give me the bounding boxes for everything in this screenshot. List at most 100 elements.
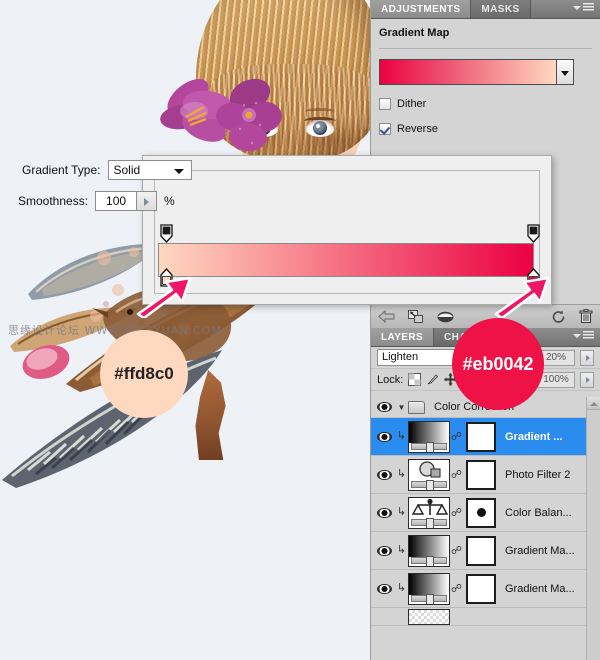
smoothness-stepper[interactable] [137, 191, 158, 211]
adjustments-tabbar: ADJUSTMENTS MASKS [371, 0, 600, 19]
layer-mask-thumbnail[interactable] [466, 421, 496, 452]
back-arrow-icon[interactable] [378, 310, 395, 323]
gradient-opacity-stop-right[interactable] [527, 224, 540, 243]
layer-row[interactable]: ↳ ☍ Gradient Ma... [371, 532, 600, 570]
layer-name: Gradient Ma... [505, 544, 575, 557]
smoothness-row: Smoothness: 100 % [18, 191, 175, 211]
reset-icon[interactable] [552, 310, 566, 324]
scroll-up-arrow-icon[interactable] [587, 397, 600, 410]
clipping-mask-icon: ↳ [396, 582, 407, 594]
photoshop-screenshot: 思缘设计论坛 WWW.MISSYUAN.COM #ffd8c0 #eb0042 … [0, 0, 600, 660]
layers-panel-menu-button[interactable] [573, 331, 594, 340]
gradient-picker-button[interactable] [556, 60, 573, 84]
gradient-map-swatch[interactable] [380, 60, 556, 84]
layer-mask-thumbnail[interactable] [466, 459, 496, 490]
dither-label: Dither [397, 98, 427, 110]
eye-icon [376, 469, 392, 480]
layer-mask-thumbnail[interactable] [466, 573, 496, 604]
hamburger-icon [583, 331, 594, 340]
artwork-canvas[interactable]: 思缘设计论坛 WWW.MISSYUAN.COM [0, 0, 370, 660]
lock-label: Lock: [377, 373, 404, 386]
dither-row[interactable]: Dither [379, 98, 592, 110]
layer-visibility-toggle[interactable] [373, 402, 395, 412]
illustration-flowers [160, 55, 290, 170]
layer-visibility-toggle[interactable] [373, 545, 395, 556]
folder-icon [408, 400, 425, 414]
gradient-ramp[interactable] [158, 243, 534, 277]
layer-mask-thumbnail[interactable] [466, 497, 496, 528]
layer-name: Gradient ... [505, 430, 563, 443]
layers-scrollbar[interactable] [586, 397, 600, 660]
link-mask-icon[interactable]: ☍ [450, 582, 463, 595]
smoothness-label: Smoothness: [18, 194, 89, 208]
pointer-arrow-left-stop [136, 276, 192, 318]
hamburger-icon [583, 3, 594, 12]
gradient-map-preview-control[interactable] [379, 59, 574, 85]
layer-thumbnail[interactable] [408, 572, 450, 605]
color-badge-red: #eb0042 [452, 318, 544, 410]
gradient-map-thumbnail [409, 535, 449, 557]
link-mask-icon[interactable]: ☍ [450, 544, 463, 557]
fill-stepper[interactable] [580, 371, 594, 388]
eye-icon [376, 431, 392, 442]
gradient-map-thumbnail [409, 421, 449, 443]
divider [379, 48, 592, 49]
gradient-editor-dialog[interactable] [142, 155, 552, 305]
gradient-type-select[interactable]: Solid [107, 160, 192, 180]
lock-paint-icon[interactable] [426, 373, 439, 386]
opacity-stepper[interactable] [580, 349, 594, 366]
layer-row[interactable]: ↳ ☍ Gradient ... [371, 418, 600, 456]
illustration-eye-right [304, 117, 336, 137]
clipping-mask-icon: ↳ [396, 430, 407, 442]
gradient-map-thumbnail [409, 573, 449, 595]
layer-thumbnail[interactable] [408, 608, 450, 625]
tab-layers[interactable]: LAYERS [371, 328, 435, 346]
tab-masks[interactable]: MASKS [471, 0, 531, 18]
eye-icon [376, 583, 392, 594]
percent-label: % [164, 194, 175, 208]
layer-thumbnail[interactable] [408, 496, 450, 529]
layer-mask-thumbnail[interactable] [466, 535, 496, 566]
layer-visibility-toggle[interactable] [373, 507, 395, 518]
layer-row[interactable]: ↳ ☍ Photo Filter 2 [371, 456, 600, 494]
clipping-mask-icon: ↳ [396, 506, 407, 518]
link-mask-icon[interactable]: ☍ [450, 506, 463, 519]
layer-thumbnail[interactable] [408, 534, 450, 567]
link-mask-icon[interactable]: ☍ [450, 468, 463, 481]
illustration-eyebrow-right [305, 108, 335, 115]
tab-adjustments[interactable]: ADJUSTMENTS [371, 0, 472, 18]
gradient-opacity-stop-left[interactable] [160, 224, 173, 243]
layer-list[interactable]: ▼ Color Correction ↳ ☍ Gradient ... ↳ ☍ Photo… [371, 397, 600, 660]
layer-name: Gradient Ma... [505, 582, 575, 595]
eye-icon [376, 507, 392, 518]
thumbnail-slider [411, 441, 447, 452]
photo-filter-thumbnail [419, 460, 441, 478]
delete-icon[interactable] [579, 309, 593, 324]
toggle-visibility-icon[interactable] [437, 311, 454, 323]
layer-thumbnail[interactable] [408, 420, 450, 453]
gradient-type-row: Gradient Type: Solid [22, 160, 192, 180]
layer-visibility-toggle[interactable] [373, 583, 395, 594]
clipping-mask-icon: ↳ [396, 468, 407, 480]
thumbnail-slider [411, 479, 447, 490]
reverse-row[interactable]: Reverse [379, 123, 592, 135]
layer-row-partial[interactable] [371, 608, 600, 626]
clip-to-layer-icon[interactable] [408, 309, 424, 324]
watermark-text: 思缘设计论坛 WWW.MISSYUAN.COM [8, 324, 222, 337]
layer-row[interactable]: ↳ ☍ Color Balan... [371, 494, 600, 532]
link-mask-icon[interactable]: ☍ [450, 430, 463, 443]
lock-transparent-icon[interactable] [408, 373, 422, 386]
eye-icon [376, 402, 392, 412]
dither-checkbox[interactable] [379, 98, 391, 110]
layer-row[interactable]: ↳ ☍ Gradient Ma... [371, 570, 600, 608]
layer-visibility-toggle[interactable] [373, 469, 395, 480]
layer-visibility-toggle[interactable] [373, 431, 395, 442]
gradient-ramp-preview[interactable] [158, 243, 534, 277]
thumbnail-slider [411, 555, 447, 566]
layer-thumbnail[interactable] [408, 458, 450, 491]
chevron-down-icon [173, 169, 184, 174]
disclosure-triangle-icon[interactable]: ▼ [395, 403, 408, 412]
smoothness-input[interactable]: 100 [95, 191, 138, 211]
adjustments-panel-menu-button[interactable] [573, 3, 594, 12]
reverse-checkbox[interactable] [379, 123, 391, 135]
